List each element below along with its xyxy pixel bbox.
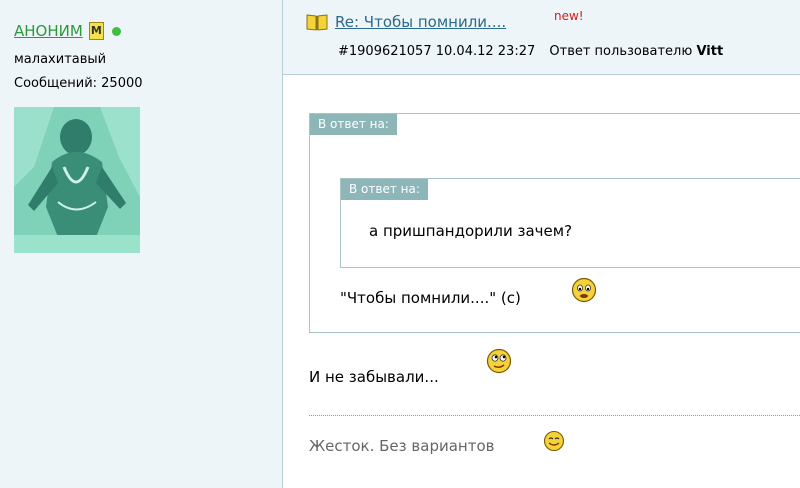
username-link[interactable]: АНОНИМ — [14, 22, 83, 40]
worried-smiley-icon — [571, 277, 597, 307]
author-sidebar: АНОНИМ М малахитавый Сообщений: 25000 — [0, 0, 283, 488]
online-status-icon — [111, 26, 121, 36]
user-rank: малахитавый — [14, 52, 107, 67]
signature-text: Жесток. Без вариантов — [309, 437, 495, 455]
post-count: Сообщений: 25000 — [14, 76, 143, 91]
post-id: #1909621057 — [338, 44, 432, 59]
outer-quote-label: В ответ на: — [310, 114, 397, 135]
post-datetime: 10.04.12 23:27 — [435, 44, 536, 59]
reply-label: Ответ пользователю — [549, 44, 693, 59]
post-title-link[interactable]: Re: Чтобы помнили.... — [335, 13, 506, 31]
post-body-text: И не забывали... — [309, 368, 439, 386]
inner-quote-text: а пришпандорили зачем? — [369, 222, 573, 240]
avatar — [14, 107, 140, 253]
rolling-eyes-smiley-icon — [486, 348, 512, 378]
user-row: АНОНИМ М — [14, 20, 121, 42]
reply-to-user: Vitt — [696, 44, 724, 59]
post-meta: #1909621057 10.04.12 23:27 Ответ пользов… — [338, 44, 723, 59]
book-icon — [306, 13, 328, 35]
post-header: Re: Чтобы помнили.... new! #1909621057 1… — [283, 0, 800, 75]
smiling-smiley-icon — [543, 430, 565, 456]
outer-quote-text: "Чтобы помнили...." (с) — [340, 289, 521, 307]
signature-divider — [309, 415, 800, 416]
moderator-badge-icon: М — [88, 22, 104, 40]
inner-quote-label: В ответ на: — [341, 179, 428, 200]
new-badge: new! — [554, 9, 584, 23]
